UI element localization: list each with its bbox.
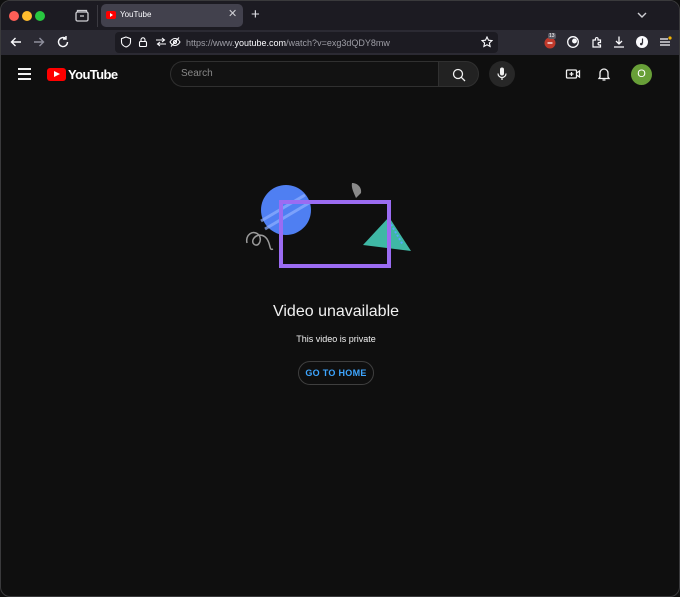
avatar[interactable]: O	[631, 64, 652, 85]
music-icon[interactable]	[635, 35, 649, 49]
search-box[interactable]	[170, 61, 438, 87]
extensions-icon[interactable]	[590, 35, 604, 49]
forward-icon[interactable]	[32, 35, 46, 49]
window-minimize-button[interactable]	[22, 11, 32, 21]
youtube-favicon-icon	[106, 11, 116, 19]
download-icon[interactable]	[612, 35, 626, 49]
video-unavailable-illustration	[245, 183, 411, 268]
browser-window: YouTube ✕ + https://www.youtube.com/watc…	[0, 0, 680, 597]
search-input[interactable]	[181, 68, 431, 79]
tab-close-icon[interactable]: ✕	[228, 9, 237, 20]
youtube-logo-text: YouTube	[68, 66, 118, 82]
menu-icon[interactable]	[658, 35, 672, 49]
permissions-icon[interactable]	[155, 36, 167, 48]
tab-title: YouTube	[120, 10, 152, 19]
bookmark-star-icon[interactable]	[481, 36, 493, 48]
lock-icon[interactable]	[137, 36, 149, 48]
url-text[interactable]: https://www.youtube.com/watch?v=exg3dQDY…	[186, 38, 390, 48]
create-video-icon[interactable]	[565, 66, 581, 82]
chevron-down-icon[interactable]	[635, 8, 649, 22]
new-tab-icon[interactable]: +	[251, 7, 260, 22]
search-button[interactable]	[438, 61, 479, 87]
tab-youtube[interactable]: YouTube ✕	[101, 4, 243, 27]
extension-badge: 13	[548, 33, 556, 39]
url-host: youtube.com	[234, 38, 287, 48]
youtube-play-icon	[47, 67, 66, 81]
navigation-toolbar: https://www.youtube.com/watch?v=exg3dQDY…	[1, 30, 679, 55]
shield-icon[interactable]	[120, 36, 132, 48]
back-icon[interactable]	[9, 35, 23, 49]
voice-search-button[interactable]	[489, 61, 515, 87]
url-prefix: https://www.	[186, 38, 235, 48]
tab-separator	[97, 5, 98, 27]
tab-strip: YouTube ✕ +	[1, 1, 679, 30]
url-path: /watch?v=exg3dQDY8mw	[286, 38, 390, 48]
folder-icon[interactable]	[74, 8, 90, 24]
youtube-logo[interactable]: YouTube	[47, 66, 118, 82]
youtube-masthead: YouTube O	[1, 55, 679, 93]
tracking-icon[interactable]	[169, 36, 181, 48]
search-icon	[452, 68, 466, 82]
url-bar[interactable]: https://www.youtube.com/watch?v=exg3dQDY…	[115, 32, 498, 53]
window-close-button[interactable]	[9, 11, 19, 21]
notifications-bell-icon[interactable]	[596, 66, 612, 82]
profile-icon[interactable]	[566, 35, 580, 49]
window-maximize-button[interactable]	[35, 11, 45, 21]
error-message: This video is private	[296, 334, 376, 344]
error-title: Video unavailable	[272, 303, 400, 320]
hamburger-menu-icon[interactable]	[18, 68, 31, 80]
reload-icon[interactable]	[56, 35, 70, 49]
microphone-icon	[497, 67, 507, 80]
go-to-home-button[interactable]: GO TO HOME	[298, 361, 374, 385]
